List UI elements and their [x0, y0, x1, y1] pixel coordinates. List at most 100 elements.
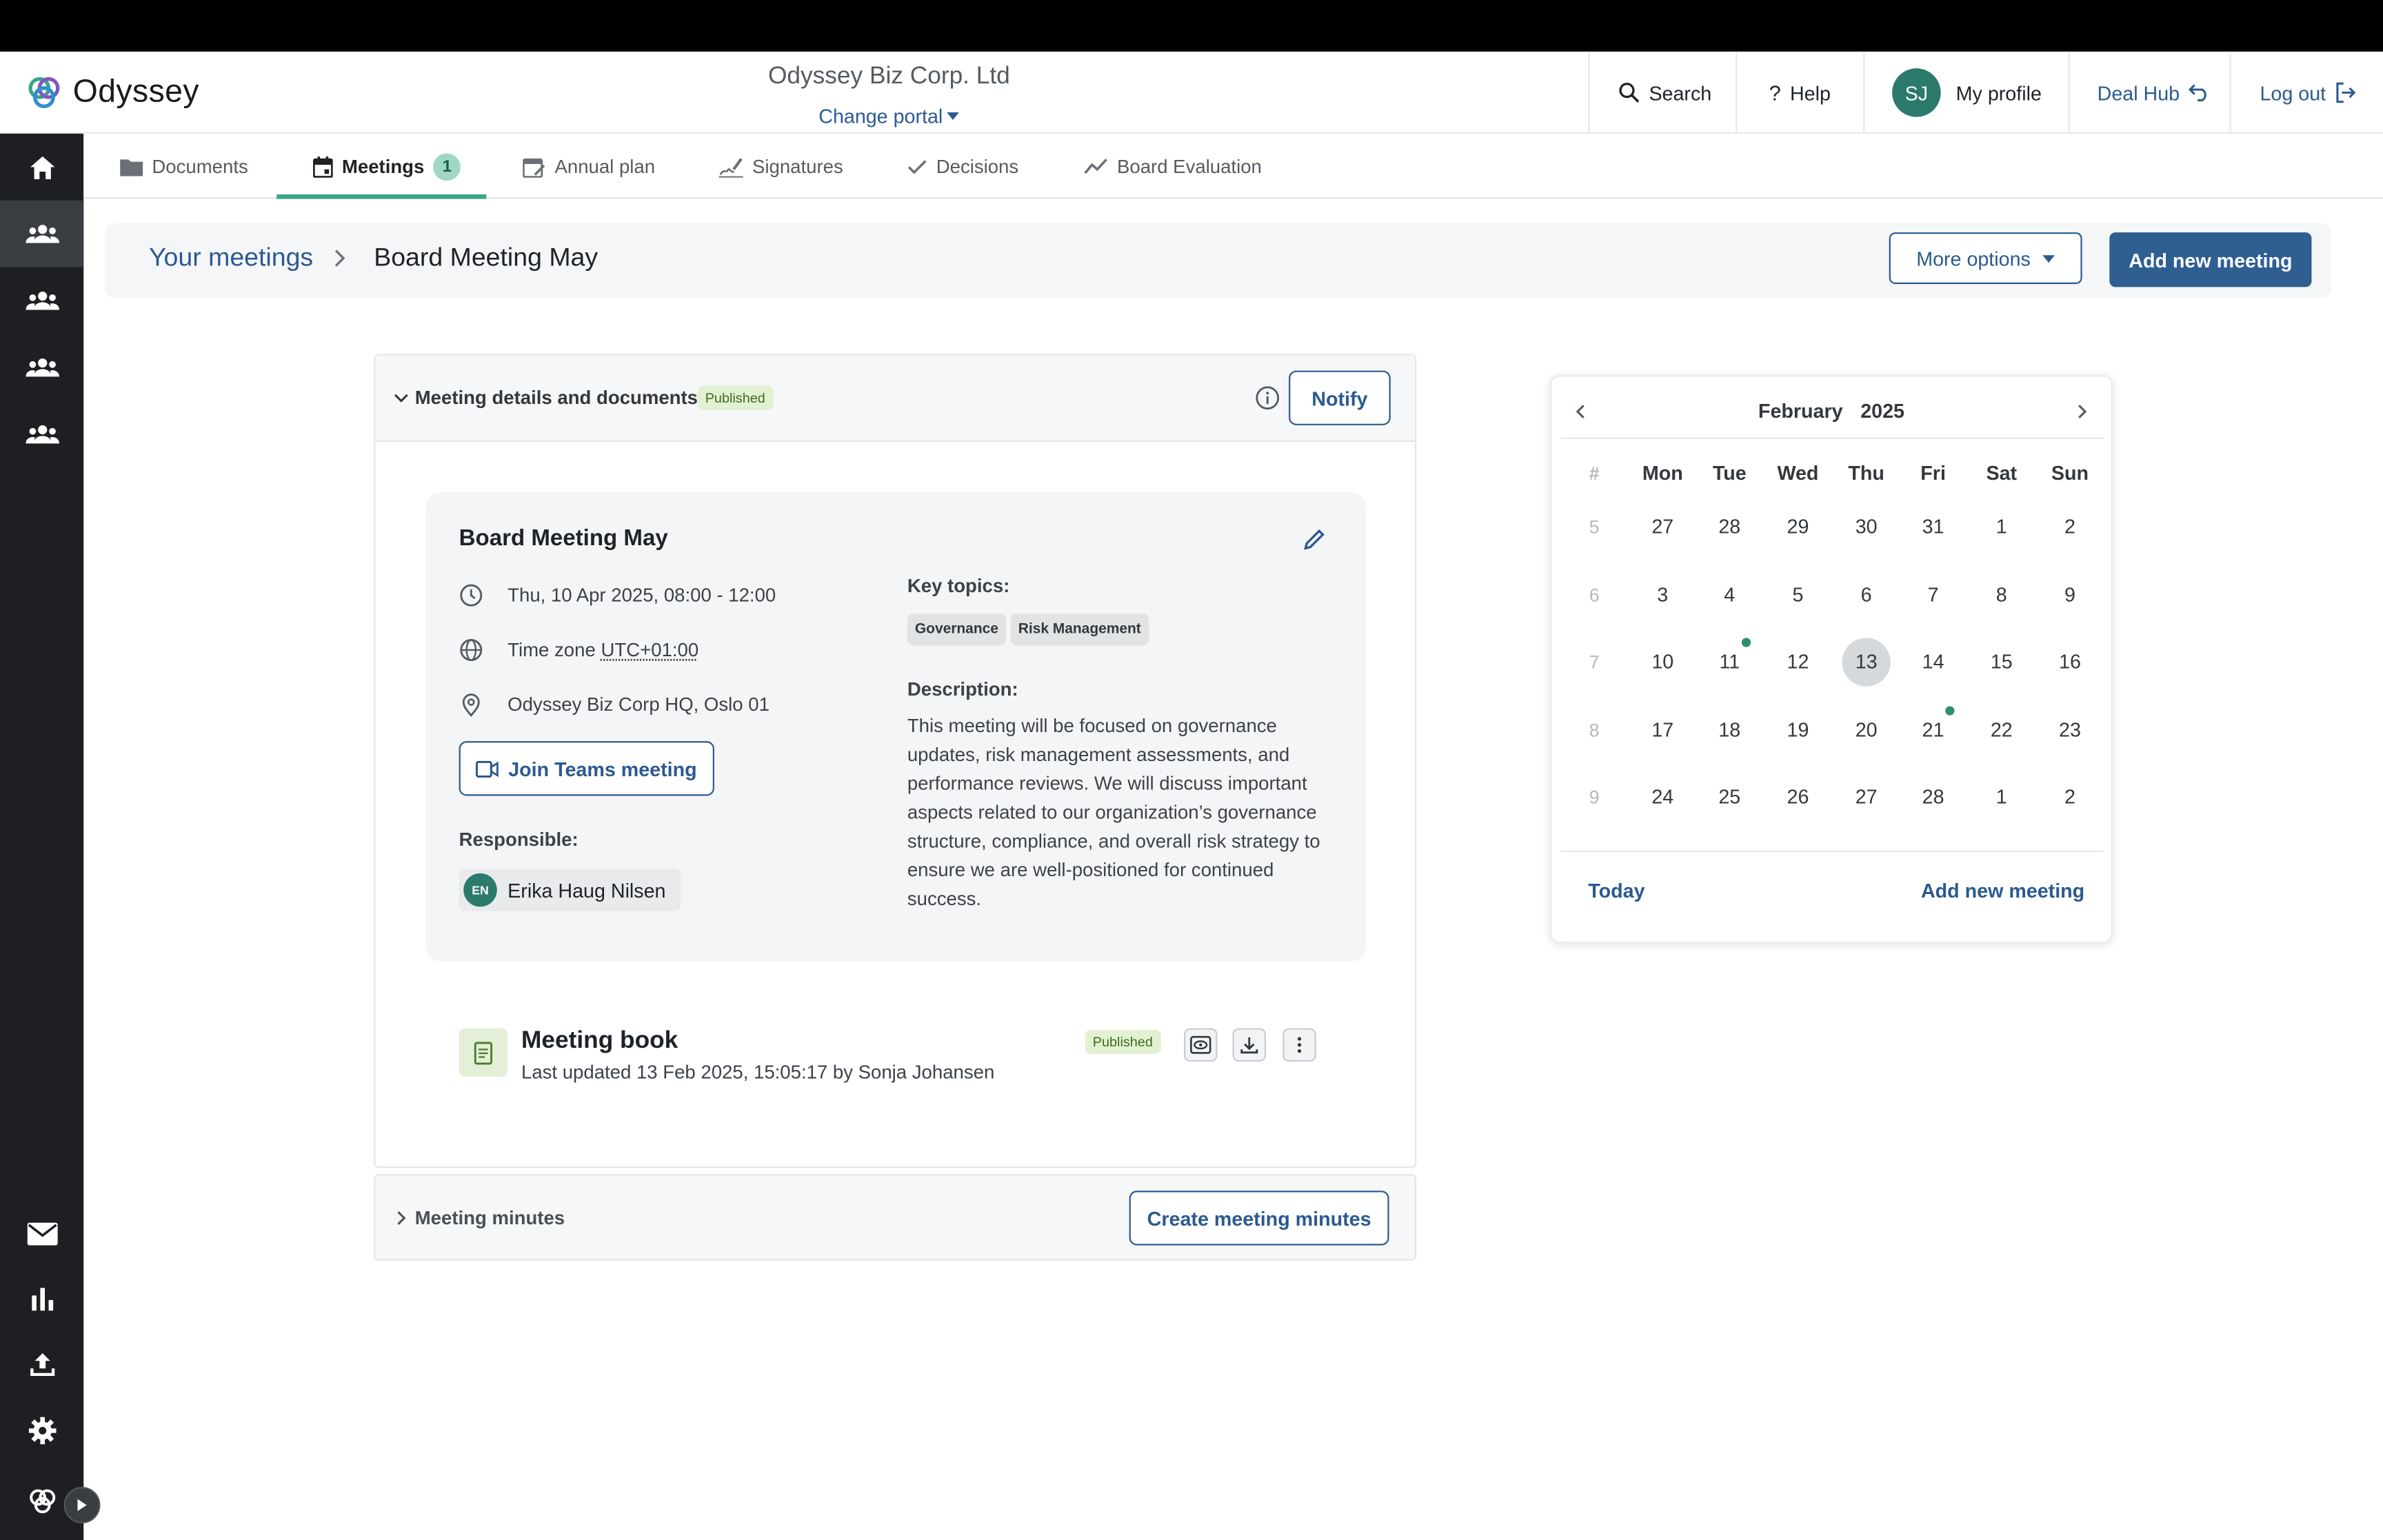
calendar-day[interactable]: 4: [1702, 580, 1757, 610]
header-divider: [1588, 51, 1590, 134]
tab-board-evaluation-label: Board Evaluation: [1117, 155, 1262, 177]
calendar-day[interactable]: 16: [2042, 647, 2097, 678]
chevron-right-icon: [331, 246, 346, 270]
calendar-day[interactable]: 19: [1771, 715, 1825, 745]
log-out-button[interactable]: Log out: [2260, 52, 2357, 134]
add-new-meeting-button[interactable]: Add new meeting: [2109, 232, 2312, 287]
calendar-day[interactable]: 1: [1974, 511, 2029, 542]
calendar-day[interactable]: 30: [1839, 511, 1893, 542]
calendar-day[interactable]: 28: [1702, 511, 1757, 542]
calendar-day[interactable]: 10: [1636, 647, 1690, 678]
responsible-person-chip[interactable]: EN Erika Haug Nilsen: [459, 869, 681, 911]
calendar-day[interactable]: 7: [1906, 580, 1960, 610]
calendar-day[interactable]: 14: [1906, 647, 1960, 678]
calendar-next-month-button[interactable]: [2071, 401, 2093, 423]
tab-board-evaluation[interactable]: Board Evaluation: [1084, 134, 1262, 199]
calendar-day[interactable]: 12: [1771, 647, 1825, 678]
sidebar-item-home[interactable]: [0, 134, 83, 201]
odyssey-logo-icon: [28, 74, 61, 111]
meeting-timezone-row: Time zone UTC+01:00: [459, 638, 698, 662]
calendar-day[interactable]: 31: [1906, 511, 1960, 542]
calendar-day[interactable]: 11: [1702, 647, 1757, 678]
tab-signatures[interactable]: Signatures: [718, 134, 843, 199]
calendar-prev-month-button[interactable]: [1570, 401, 1591, 423]
tab-annual-plan[interactable]: Annual plan: [523, 134, 655, 199]
change-portal-button[interactable]: Change portal: [714, 105, 1064, 128]
meeting-details-title: Meeting details and documents: [414, 387, 698, 409]
sidebar-expand-button[interactable]: [63, 1486, 101, 1523]
caret-right-icon: [77, 1499, 87, 1512]
timezone-value[interactable]: UTC+01:00: [601, 640, 698, 661]
meeting-description: This meeting will be focused on governan…: [907, 715, 1320, 910]
calendar-day[interactable]: 22: [1974, 715, 2029, 745]
chevron-right-icon: [2078, 405, 2087, 418]
meeting-minutes-title: Meeting minutes: [414, 1207, 565, 1229]
calendar-day[interactable]: 27: [1839, 782, 1893, 813]
my-profile-button[interactable]: SJ My profile: [1892, 52, 2042, 134]
calendar-today-button[interactable]: Today: [1588, 880, 1645, 902]
calendar-day[interactable]: 2: [2042, 782, 2097, 813]
calendar-day[interactable]: 13: [1839, 647, 1893, 678]
timezone-text: Time zone UTC+01:00: [507, 640, 698, 661]
calendar-day[interactable]: 15: [1974, 647, 2029, 678]
topic-tag: Governance: [907, 614, 1006, 646]
download-button[interactable]: [1232, 1028, 1267, 1062]
sidebar-item-board-active[interactable]: [0, 200, 84, 267]
notify-button[interactable]: Notify: [1289, 370, 1391, 425]
calendar-day[interactable]: 9: [2042, 580, 2097, 610]
more-actions-button[interactable]: [1283, 1028, 1316, 1062]
chevron-left-icon: [1576, 405, 1585, 418]
calendar-day[interactable]: 5: [1771, 580, 1825, 610]
create-meeting-minutes-button[interactable]: Create meeting minutes: [1129, 1191, 1389, 1246]
header-divider: [2229, 51, 2231, 134]
search-button[interactable]: Search: [1618, 52, 1711, 134]
calendar-day[interactable]: 20: [1839, 715, 1893, 745]
tab-documents-label: Documents: [152, 155, 248, 177]
tab-meetings[interactable]: Meetings 1: [313, 134, 461, 199]
calendar-day[interactable]: 28: [1906, 782, 1960, 813]
sidebar-item-group-4[interactable]: [0, 401, 83, 468]
calendar-day[interactable]: 6: [1839, 580, 1893, 610]
help-button[interactable]: ? Help: [1769, 52, 1831, 134]
calendar-day[interactable]: 17: [1636, 715, 1690, 745]
join-teams-meeting-button[interactable]: Join Teams meeting: [459, 741, 714, 796]
deal-hub-link[interactable]: Deal Hub: [2098, 52, 2211, 134]
users-icon: [25, 424, 59, 445]
calendar-day[interactable]: 1: [1974, 782, 2029, 813]
sidebar-item-settings[interactable]: [0, 1397, 83, 1464]
calendar-day[interactable]: 21: [1906, 715, 1960, 745]
calendar-day[interactable]: 27: [1636, 511, 1690, 542]
calendar-day[interactable]: 2: [2042, 511, 2097, 542]
tab-documents[interactable]: Documents: [120, 134, 248, 199]
sidebar-item-group-2[interactable]: [0, 267, 83, 334]
breadcrumb-your-meetings[interactable]: Your meetings: [149, 243, 313, 274]
calendar-add-meeting-button[interactable]: Add new meeting: [1921, 880, 2084, 902]
calendar-day[interactable]: 24: [1636, 782, 1690, 813]
calendar-day[interactable]: 29: [1771, 511, 1825, 542]
preview-button[interactable]: [1183, 1028, 1218, 1062]
more-options-button[interactable]: More options: [1889, 232, 2082, 284]
calendar-day[interactable]: 3: [1636, 580, 1690, 610]
calendar-week-header: #: [1589, 463, 1600, 485]
sidebar-item-messages[interactable]: [0, 1200, 83, 1267]
app-logo[interactable]: Odyssey: [28, 74, 199, 111]
calendar-day[interactable]: 8: [1974, 580, 2029, 610]
calendar-month-year[interactable]: February 2025: [1748, 399, 1915, 422]
sidebar-item-group-3[interactable]: [0, 334, 83, 401]
sidebar-item-upload[interactable]: [0, 1330, 83, 1397]
calendar-weekday: Mon: [1642, 461, 1683, 485]
meeting-book-title[interactable]: Meeting book: [521, 1029, 678, 1056]
chevron-down-icon[interactable]: [394, 392, 409, 404]
log-out-label: Log out: [2260, 81, 2326, 104]
tab-decisions[interactable]: Decisions: [907, 134, 1018, 199]
sidebar-item-reports[interactable]: [0, 1265, 83, 1332]
calendar-weekday: Wed: [1777, 461, 1819, 485]
calendar-day[interactable]: 23: [2042, 715, 2097, 745]
calendar-day[interactable]: 18: [1702, 715, 1757, 745]
calendar-day[interactable]: 25: [1702, 782, 1757, 813]
calendar-day[interactable]: 26: [1771, 782, 1825, 813]
info-icon[interactable]: [1256, 386, 1280, 410]
chevron-right-icon[interactable]: [395, 1210, 408, 1226]
pencil-icon[interactable]: [1304, 529, 1325, 550]
join-teams-label: Join Teams meeting: [508, 757, 697, 780]
